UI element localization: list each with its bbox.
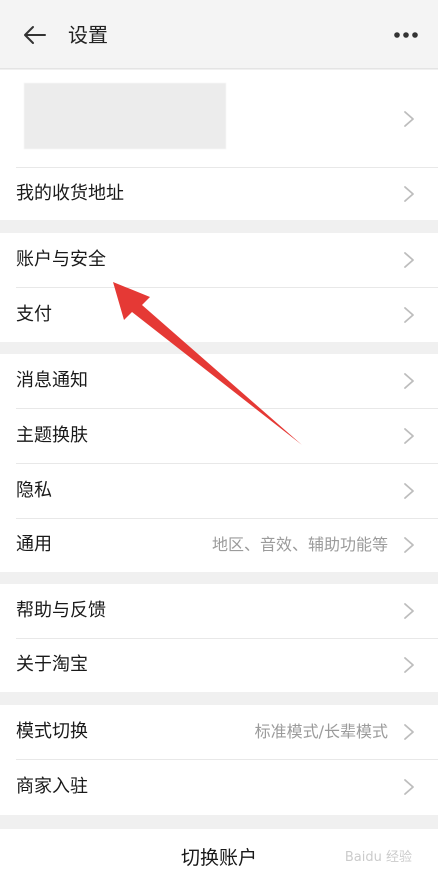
- row-label: 商家入驻: [16, 776, 88, 797]
- chevron-right-icon: [404, 724, 414, 740]
- chevron-right-icon: [404, 373, 414, 389]
- chevron-right-icon: [404, 603, 414, 619]
- row-label: 帮助与反馈: [16, 600, 106, 621]
- settings-row-general[interactable]: 通用 地区、音效、辅助功能等: [0, 518, 438, 572]
- row-value: 标准模式/长辈模式: [254, 722, 388, 741]
- mode-group: 模式切换 标准模式/长辈模式 商家入驻: [0, 705, 438, 815]
- row-label: 消息通知: [16, 370, 88, 391]
- watermark: Baidu 经验: [344, 850, 412, 865]
- row-label: 支付: [16, 304, 52, 325]
- back-button[interactable]: [18, 19, 52, 51]
- row-label: 关于淘宝: [16, 654, 88, 675]
- profile-row[interactable]: [0, 70, 438, 168]
- settings-row-payment[interactable]: 支付: [0, 288, 438, 342]
- chevron-right-icon: [404, 657, 414, 673]
- settings-row-mode-switch[interactable]: 模式切换 标准模式/长辈模式: [0, 705, 438, 759]
- settings-row-account-security[interactable]: 账户与安全: [0, 233, 438, 287]
- page-title: 设置: [68, 23, 108, 47]
- settings-row-notifications[interactable]: 消息通知: [0, 354, 438, 408]
- row-label: 模式切换: [16, 721, 88, 742]
- row-label: 账户与安全: [16, 249, 106, 270]
- settings-row-address[interactable]: 我的收货地址: [0, 167, 438, 221]
- account-group: 账户与安全 支付: [0, 233, 438, 342]
- chevron-right-icon: [404, 111, 414, 127]
- more-dots-icon: [394, 32, 418, 38]
- settings-row-help-feedback[interactable]: 帮助与反馈: [0, 584, 438, 638]
- more-button[interactable]: [388, 21, 424, 49]
- row-value: 地区、音效、辅助功能等: [211, 535, 388, 554]
- blurred-profile-info: [24, 83, 226, 149]
- app-header: 设置: [0, 0, 438, 69]
- row-label: 我的收货地址: [16, 183, 124, 204]
- chevron-right-icon: [404, 252, 414, 268]
- chevron-right-icon: [404, 537, 414, 553]
- settings-row-about[interactable]: 关于淘宝: [0, 638, 438, 692]
- chevron-right-icon: [404, 483, 414, 499]
- chevron-right-icon: [404, 307, 414, 323]
- help-group: 帮助与反馈 关于淘宝: [0, 584, 438, 692]
- row-label: 主题换肤: [16, 425, 88, 446]
- chevron-right-icon: [404, 779, 414, 795]
- settings-row-theme[interactable]: 主题换肤: [0, 409, 438, 463]
- row-label: 通用: [16, 534, 52, 555]
- profile-group: 我的收货地址: [0, 70, 438, 220]
- general-group: 消息通知 主题换肤 隐私 通用 地区、音效、辅助功能等: [0, 354, 438, 572]
- chevron-right-icon: [404, 428, 414, 444]
- back-arrow-icon: [24, 26, 46, 44]
- settings-row-privacy[interactable]: 隐私: [0, 464, 438, 518]
- chevron-right-icon: [404, 186, 414, 202]
- settings-row-merchant[interactable]: 商家入驻: [0, 760, 438, 814]
- row-label: 隐私: [16, 480, 52, 501]
